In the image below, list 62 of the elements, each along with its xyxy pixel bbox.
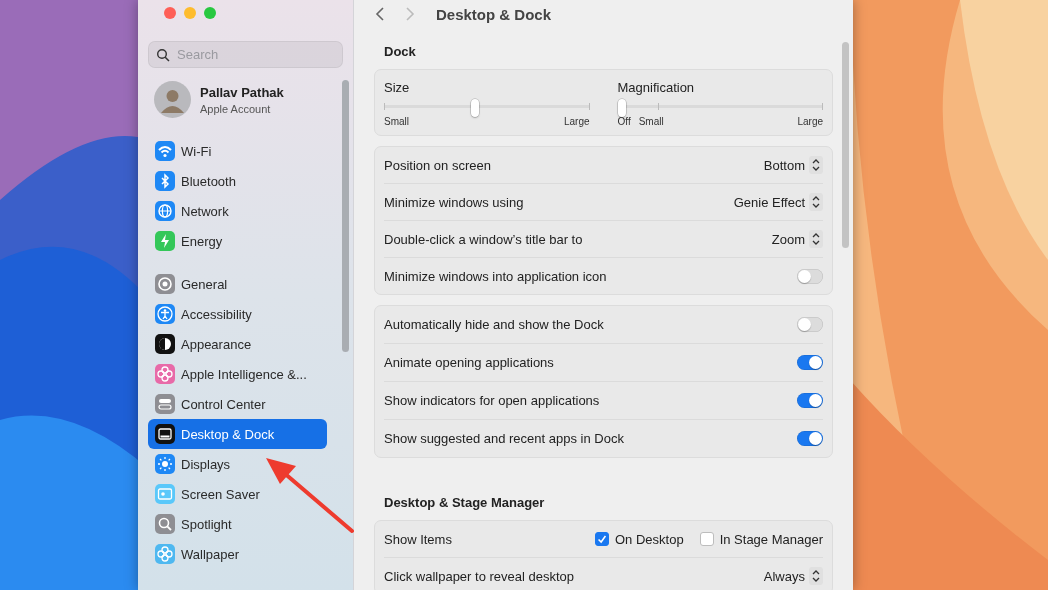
page-title: Desktop & Dock	[436, 5, 552, 23]
setting-label: Automatically hide and show the Dock	[384, 317, 604, 332]
sidebar-item[interactable]: Network	[148, 196, 327, 226]
sidebar-item[interactable]: Bluetooth	[148, 166, 327, 196]
slider-label: Magnification	[617, 80, 696, 95]
checkbox[interactable]	[595, 532, 609, 546]
sidebar-item[interactable]: Screen Saver	[148, 479, 327, 509]
toggle-switch[interactable]	[797, 268, 823, 284]
toggle-switch[interactable]	[797, 317, 823, 332]
stepper-icon	[809, 156, 823, 174]
sidebar-item[interactable]: Desktop & Dock	[148, 419, 327, 449]
stepper-icon	[809, 567, 823, 585]
slider-max-label: Large	[797, 116, 823, 127]
avatar-icon	[154, 81, 191, 118]
checkbox-label: In Stage Manager	[719, 531, 823, 547]
slider-thumb[interactable]	[617, 99, 626, 117]
sidebar-item[interactable]: Accessibility	[148, 299, 327, 329]
account-subtitle: Apple Account	[200, 102, 272, 115]
toggle-switch[interactable]	[797, 355, 823, 370]
section-heading: Desktop & Stage Manager	[383, 494, 546, 512]
setting-label: Position on screen	[384, 157, 491, 173]
account-name: Pallav Pathak	[200, 84, 284, 100]
checkbox-label: On Desktop	[615, 531, 684, 547]
zoom-button[interactable]	[204, 7, 216, 19]
toggle-switch[interactable]	[797, 393, 823, 408]
sidebar-item[interactable]: Spotlight	[148, 509, 327, 539]
section-heading: Dock	[383, 43, 417, 61]
slider-min-label: Small	[638, 116, 664, 127]
setting-label: Minimize windows into application icon	[384, 268, 607, 284]
setting-label: Show Items	[384, 531, 452, 547]
setting-label: Double-click a window’s title bar to	[384, 231, 583, 247]
setting-label: Minimize windows using	[384, 194, 524, 210]
close-button[interactable]	[164, 7, 176, 19]
slider-off-label: Off	[617, 116, 631, 127]
search-icon	[156, 48, 170, 62]
sidebar-item[interactable]: Wallpaper	[148, 539, 327, 569]
stepper-icon	[809, 230, 823, 248]
scrollbar[interactable]	[842, 42, 849, 248]
slider-max-label: Large	[563, 116, 590, 127]
sidebar-item[interactable]: General	[148, 269, 327, 299]
stepper-icon	[809, 193, 823, 211]
popup-button[interactable]: Zoom	[771, 230, 823, 248]
setting-label: Click wallpaper to reveal desktop	[384, 568, 575, 584]
sidebar-item[interactable]: Wi-Fi	[148, 136, 327, 166]
slider-label: Size	[384, 80, 411, 95]
minimize-button[interactable]	[184, 7, 196, 19]
sidebar-item[interactable]: Energy	[148, 226, 327, 256]
sidebar-item[interactable]: Control Center	[148, 389, 327, 419]
popup-button[interactable]: Bottom	[763, 156, 823, 174]
sidebar-item[interactable]: Appearance	[148, 329, 327, 359]
popup-button[interactable]: Always	[763, 567, 823, 585]
popup-button[interactable]: Genie Effect	[733, 193, 823, 211]
slider-min-label: Small	[384, 116, 409, 127]
sidebar-item[interactable]: Apple Intelligence &...	[148, 359, 327, 389]
scrollbar[interactable]	[342, 80, 349, 352]
setting-label: Animate opening applications	[384, 355, 554, 370]
setting-label: Show indicators for open applications	[384, 393, 600, 408]
sidebar-item[interactable]: Displays	[148, 449, 327, 479]
slider-thumb[interactable]	[470, 99, 479, 117]
checkbox[interactable]	[699, 532, 714, 546]
setting-label: Show suggested and recent apps in Dock	[384, 431, 624, 446]
toggle-switch[interactable]	[797, 431, 823, 446]
